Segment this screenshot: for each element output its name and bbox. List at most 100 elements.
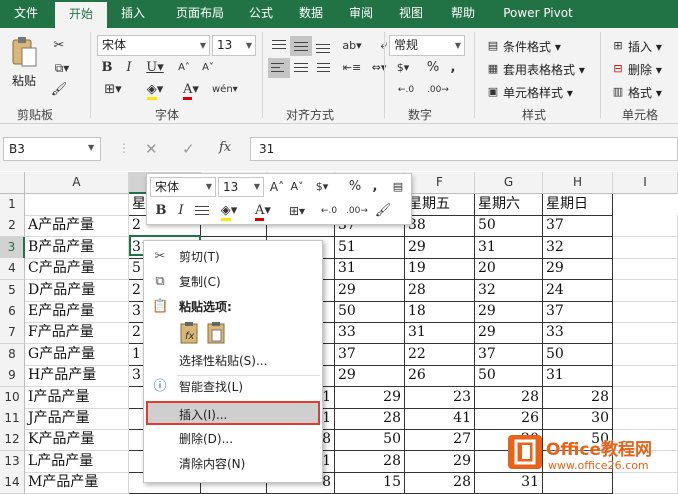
cell-i9[interactable] (613, 365, 678, 388)
cell-e7[interactable]: 33 (335, 322, 405, 345)
tab-power-pivot[interactable]: Power Pivot (496, 0, 580, 28)
mini-bold-button[interactable]: B (153, 201, 169, 221)
cell-f13[interactable]: 29 (405, 450, 475, 473)
cell-i10[interactable] (613, 386, 678, 409)
format-as-table-button[interactable]: 套用表格格式 ▾ (503, 61, 585, 78)
menu-item-insert[interactable]: 插入(I)... (146, 401, 320, 425)
cell-h8[interactable]: 50 (543, 343, 613, 366)
menu-item-clear-contents[interactable]: 清除内容(N) (144, 452, 322, 476)
cell-h1[interactable]: 星期日 (543, 194, 613, 216)
increase-font-icon[interactable]: A˄ (172, 58, 196, 78)
bold-button[interactable]: B (98, 58, 116, 78)
phonetic-icon[interactable]: wén▾ (212, 80, 238, 100)
align-right-icon[interactable] (312, 58, 334, 78)
cell-i2[interactable] (613, 215, 678, 238)
tab-view[interactable]: 视图 (390, 0, 432, 28)
delete-cells-button[interactable]: 删除 ▾ (628, 61, 662, 78)
chevron-down-icon[interactable]: ▼ (88, 143, 94, 152)
mini-font-color-icon[interactable]: A▾ (249, 201, 277, 221)
row-header-10[interactable]: 10 (0, 386, 25, 409)
cut-icon[interactable]: ✂ (48, 36, 70, 56)
cell-f5[interactable]: 28 (405, 279, 475, 302)
cell-g6[interactable]: 29 (475, 301, 543, 323)
mini-grow-font-icon[interactable]: A˄ (268, 177, 286, 197)
mini-italic-button[interactable]: I (173, 201, 189, 221)
conditional-format-button[interactable]: 条件格式 ▾ (503, 38, 561, 55)
cell-g1[interactable]: 星期六 (475, 194, 543, 216)
cell-f4[interactable]: 19 (405, 258, 475, 281)
menu-item-cut[interactable]: ✂ 剪切(T) (144, 245, 322, 269)
row-header-13[interactable]: 13 (0, 450, 25, 473)
row-header-4[interactable]: 4 (0, 258, 25, 281)
cell-f2[interactable]: 38 (405, 215, 475, 238)
cell-g4[interactable]: 20 (475, 258, 543, 281)
cell-e9[interactable]: 29 (335, 365, 405, 388)
column-header-a[interactable]: A (25, 172, 129, 194)
cell-a9[interactable]: H产品产量 (25, 365, 129, 388)
cell-g10[interactable]: 28 (475, 386, 543, 409)
cell-f1[interactable]: 星期五 (405, 194, 475, 216)
cell-h3[interactable]: 32 (543, 236, 613, 259)
cell-g3[interactable]: 31 (475, 236, 543, 259)
row-header-7[interactable]: 7 (0, 322, 25, 345)
cell-e10[interactable]: 29 (335, 386, 405, 409)
cell-i4[interactable] (613, 258, 678, 281)
cell-e13[interactable]: 28 (335, 450, 405, 473)
cell-h11[interactable]: 30 (543, 408, 613, 430)
mini-decrease-decimal-icon[interactable]: .00→ (343, 201, 371, 221)
cell-h7[interactable]: 33 (543, 322, 613, 345)
cell-a2[interactable]: A产品产量 (25, 215, 129, 238)
row-header-12[interactable]: 12 (0, 429, 25, 452)
name-box[interactable]: B3 (3, 137, 101, 161)
row-header-9[interactable]: 9 (0, 365, 25, 388)
row-header-6[interactable]: 6 (0, 301, 25, 323)
select-all-corner[interactable] (0, 172, 25, 194)
cell-e6[interactable]: 50 (335, 301, 405, 323)
cell-h4[interactable]: 29 (543, 258, 613, 281)
cell-h6[interactable]: 37 (543, 301, 613, 323)
enter-icon[interactable]: ✓ (182, 140, 195, 158)
cell-f7[interactable]: 31 (405, 322, 475, 345)
decrease-font-icon[interactable]: A˅ (196, 58, 220, 78)
cell-e5[interactable]: 29 (335, 279, 405, 302)
cell-i8[interactable] (613, 343, 678, 366)
format-painter-icon[interactable]: 🖌 (48, 80, 70, 100)
cell-e12[interactable]: 50 (335, 429, 405, 452)
tab-home[interactable]: 开始 (55, 2, 107, 28)
cell-g7[interactable]: 29 (475, 322, 543, 345)
cell-f9[interactable]: 26 (405, 365, 475, 388)
paste-button[interactable]: 粘贴 (12, 72, 36, 89)
borders-icon[interactable]: ⊞▾ (98, 80, 128, 100)
cell-f6[interactable]: 18 (405, 301, 475, 323)
cell-f14[interactable]: 28 (405, 472, 475, 494)
italic-button[interactable]: I (120, 58, 138, 78)
mini-accounting-icon[interactable]: $▾ (310, 177, 334, 197)
align-bottom-icon[interactable] (312, 36, 334, 56)
mini-borders-icon[interactable]: ⊞▾ (283, 201, 311, 221)
fill-color-icon[interactable]: ◈▾ (140, 80, 170, 100)
cell-e8[interactable]: 37 (335, 343, 405, 366)
insert-function-icon[interactable]: fx (219, 140, 231, 155)
menu-item-smart-lookup[interactable]: ⓘ 智能查找(L) (144, 375, 322, 399)
accounting-format-icon[interactable]: $▾ (389, 58, 417, 78)
font-size-select[interactable]: 13 ▼ (212, 35, 256, 56)
cell-e4[interactable]: 31 (335, 258, 405, 281)
cell-h2[interactable]: 37 (543, 215, 613, 238)
mini-comma-icon[interactable]: , (368, 177, 382, 197)
cell-h5[interactable]: 24 (543, 279, 613, 302)
mini-fill-color-icon[interactable]: ◈▾ (215, 201, 243, 221)
column-header-h[interactable]: H (543, 172, 613, 194)
cell-h10[interactable]: 28 (543, 386, 613, 409)
increase-decimal-icon[interactable]: ←.0 (392, 80, 420, 100)
cell-a13[interactable]: L产品产量 (25, 450, 129, 473)
align-left-icon[interactable] (268, 58, 290, 78)
number-format-select[interactable]: 常规 ▼ (389, 35, 465, 56)
cell-h9[interactable]: 31 (543, 365, 613, 388)
cell-a12[interactable]: K产品产量 (25, 429, 129, 452)
mini-percent-icon[interactable]: % (346, 177, 364, 197)
cell-e3[interactable]: 51 (335, 236, 405, 259)
cell-a4[interactable]: C产品产量 (25, 258, 129, 281)
tab-insert[interactable]: 插入 (110, 0, 156, 28)
cell-f12[interactable]: 27 (405, 429, 475, 452)
comma-style-icon[interactable]: , (446, 58, 460, 78)
